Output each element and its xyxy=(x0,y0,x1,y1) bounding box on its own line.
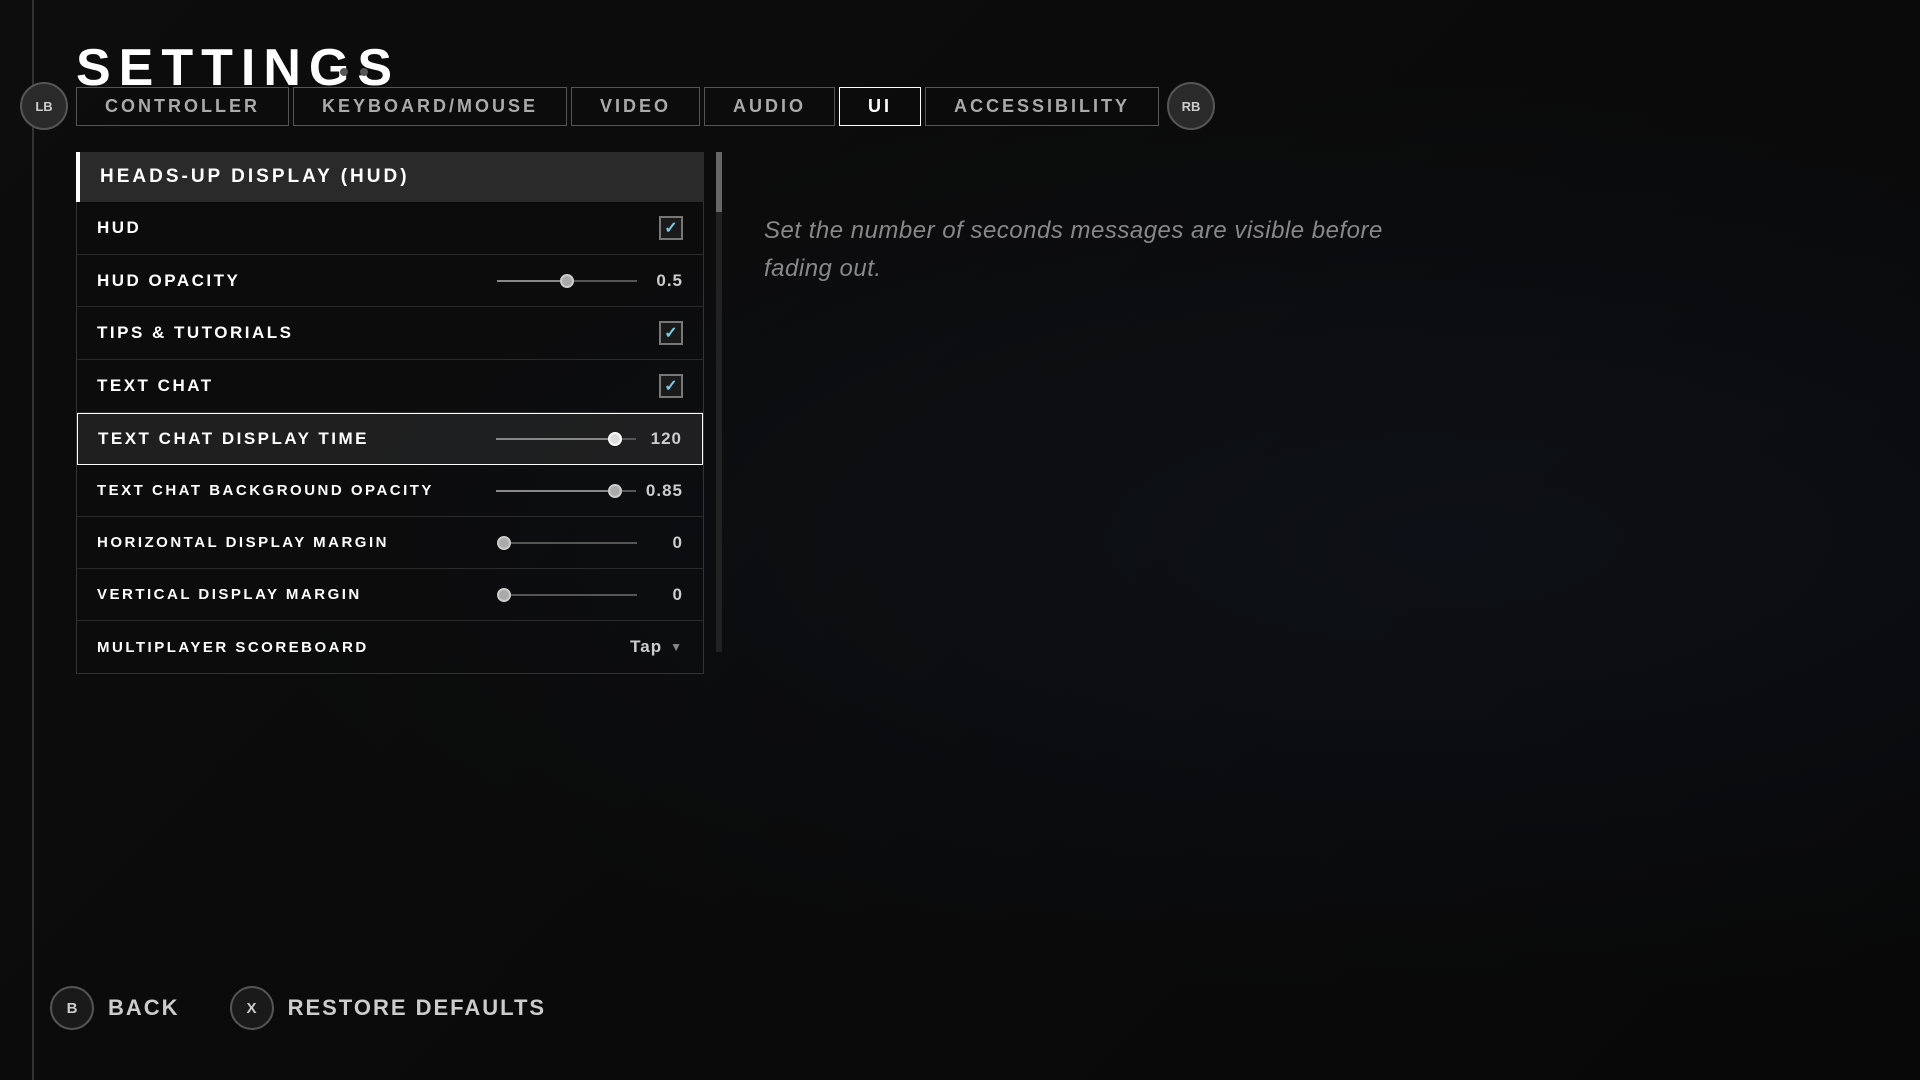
slider-thumb-text-chat-bg xyxy=(608,484,622,498)
setting-row-horizontal-margin[interactable]: HORIZONTAL DISPLAY MARGIN 0 xyxy=(77,517,703,569)
description-text: Set the number of seconds messages are v… xyxy=(764,212,1384,289)
slider-value-hud-opacity: 0.5 xyxy=(647,271,683,291)
section-header: HEADS-UP DISPLAY (HUD) xyxy=(76,152,704,202)
tab-keyboard[interactable]: KEYBOARD/MOUSE xyxy=(293,87,567,126)
slider-thumb-hud-opacity xyxy=(560,274,574,288)
setting-value-vertical-margin: 0 xyxy=(497,585,683,605)
slider-track-horizontal-margin xyxy=(497,542,637,544)
slider-fill-text-chat-bg xyxy=(496,490,615,492)
setting-value-hud-opacity: 0.5 xyxy=(497,271,683,291)
slider-text-chat-bg[interactable]: 0.85 xyxy=(496,481,683,501)
nav-dot-1 xyxy=(340,68,348,76)
checkbox-tips[interactable] xyxy=(659,321,683,345)
setting-value-hud xyxy=(659,216,683,240)
setting-row-text-chat-bg[interactable]: TEXT CHAT BACKGROUND OPACITY 0.85 xyxy=(77,465,703,517)
settings-items: HUD HUD OPACITY 0.5 xyxy=(76,202,704,674)
setting-label-text-chat-display-time: TEXT CHAT DISPLAY TIME xyxy=(98,429,369,449)
tab-audio[interactable]: AUDIO xyxy=(704,87,835,126)
setting-label-scoreboard: MULTIPLAYER SCOREBOARD xyxy=(97,639,369,656)
setting-value-text-chat-bg: 0.85 xyxy=(496,481,683,501)
restore-button-key: X xyxy=(230,986,274,1030)
rb-button[interactable]: RB xyxy=(1167,82,1215,130)
back-button[interactable]: B Back xyxy=(50,986,180,1030)
slider-thumb-vertical-margin xyxy=(497,588,511,602)
setting-value-text-chat-display-time: 120 xyxy=(496,429,682,449)
dropdown-scoreboard[interactable]: Tap ▼ xyxy=(630,637,683,657)
checkbox-hud[interactable] xyxy=(659,216,683,240)
slider-track-vertical-margin xyxy=(497,594,637,596)
setting-value-horizontal-margin: 0 xyxy=(497,533,683,553)
description-panel: Set the number of seconds messages are v… xyxy=(764,152,1384,674)
back-button-label: Back xyxy=(108,995,180,1021)
restore-button[interactable]: X Restore Defaults xyxy=(230,986,547,1030)
slider-thumb-horizontal-margin xyxy=(497,536,511,550)
restore-button-label: Restore Defaults xyxy=(288,995,547,1021)
setting-row-text-chat-display-time[interactable]: TEXT CHAT DISPLAY TIME 120 xyxy=(77,413,703,465)
tab-accessibility[interactable]: ACCESSIBILITY xyxy=(925,87,1159,126)
scroll-thumb xyxy=(716,152,722,212)
setting-row-hud[interactable]: HUD xyxy=(77,202,703,255)
slider-value-text-chat-bg: 0.85 xyxy=(646,481,683,501)
slider-vertical-margin[interactable]: 0 xyxy=(497,585,683,605)
slider-text-chat-display-time[interactable]: 120 xyxy=(496,429,682,449)
tab-controller[interactable]: CONTROLLER xyxy=(76,87,289,126)
settings-page: SETTINGS LB CONTROLLER KEYBOARD/MOUSE VI… xyxy=(0,0,1920,1080)
setting-label-hud: HUD xyxy=(97,218,141,238)
slider-value-horizontal-margin: 0 xyxy=(647,533,683,553)
dropdown-label-scoreboard: Tap xyxy=(630,637,662,657)
nav-dots xyxy=(340,68,368,76)
setting-row-tips[interactable]: TIPS & TUTORIALS xyxy=(77,307,703,360)
dropdown-arrow-scoreboard: ▼ xyxy=(670,640,683,654)
left-border xyxy=(32,0,34,1080)
setting-value-tips xyxy=(659,321,683,345)
slider-hud-opacity[interactable]: 0.5 xyxy=(497,271,683,291)
slider-track-hud-opacity xyxy=(497,280,637,282)
bottom-buttons: B Back X Restore Defaults xyxy=(50,986,546,1030)
setting-label-vertical-margin: VERTICAL DISPLAY MARGIN xyxy=(97,586,362,603)
setting-row-text-chat[interactable]: TEXT CHAT xyxy=(77,360,703,413)
slider-fill-text-chat-display-time xyxy=(496,438,615,440)
slider-value-text-chat-display-time: 120 xyxy=(646,429,682,449)
slider-thumb-text-chat-display-time xyxy=(608,432,622,446)
tab-video[interactable]: VIDEO xyxy=(571,87,700,126)
tabs: CONTROLLER KEYBOARD/MOUSE VIDEO AUDIO UI… xyxy=(76,87,1159,126)
setting-row-vertical-margin[interactable]: VERTICAL DISPLAY MARGIN 0 xyxy=(77,569,703,621)
scroll-indicator xyxy=(716,152,722,652)
slider-horizontal-margin[interactable]: 0 xyxy=(497,533,683,553)
setting-row-scoreboard[interactable]: MULTIPLAYER SCOREBOARD Tap ▼ xyxy=(77,621,703,673)
back-button-key: B xyxy=(50,986,94,1030)
tabs-container: LB CONTROLLER KEYBOARD/MOUSE VIDEO AUDIO… xyxy=(20,82,1215,130)
slider-value-vertical-margin: 0 xyxy=(647,585,683,605)
setting-value-scoreboard: Tap ▼ xyxy=(630,637,683,657)
slider-track-text-chat-bg xyxy=(496,490,636,492)
setting-label-text-chat: TEXT CHAT xyxy=(97,376,214,396)
nav-dot-2 xyxy=(360,68,368,76)
setting-label-horizontal-margin: HORIZONTAL DISPLAY MARGIN xyxy=(97,534,389,551)
setting-row-hud-opacity[interactable]: HUD OPACITY 0.5 xyxy=(77,255,703,307)
setting-label-text-chat-bg: TEXT CHAT BACKGROUND OPACITY xyxy=(97,482,434,499)
tab-ui[interactable]: UI xyxy=(839,87,921,126)
checkbox-text-chat[interactable] xyxy=(659,374,683,398)
setting-label-hud-opacity: HUD OPACITY xyxy=(97,271,240,291)
settings-list: HEADS-UP DISPLAY (HUD) HUD HUD OPACITY xyxy=(76,152,704,674)
setting-value-text-chat xyxy=(659,374,683,398)
lb-button[interactable]: LB xyxy=(20,82,68,130)
slider-fill-hud-opacity xyxy=(497,280,567,282)
setting-label-tips: TIPS & TUTORIALS xyxy=(97,323,293,343)
content-area: HEADS-UP DISPLAY (HUD) HUD HUD OPACITY xyxy=(76,152,1384,674)
slider-track-text-chat-display-time xyxy=(496,438,636,440)
